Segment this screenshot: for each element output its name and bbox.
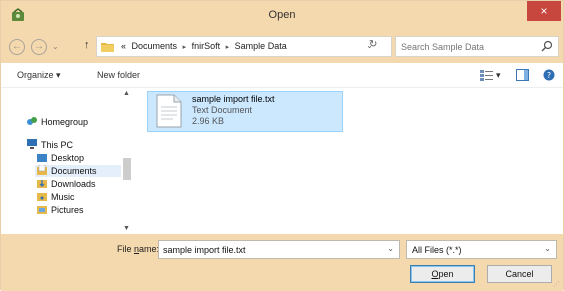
search-box[interactable] [395, 36, 559, 57]
homegroup-icon [27, 117, 37, 125]
back-button[interactable]: ← [9, 39, 25, 55]
nav-downloads[interactable]: Downloads [37, 178, 96, 190]
close-button[interactable]: × [527, 1, 561, 21]
folder-icon [37, 193, 47, 201]
open-button[interactable]: Open [410, 265, 475, 283]
nav-documents[interactable]: Documents [35, 165, 131, 177]
chevron-down-icon[interactable]: ⌄ [387, 244, 394, 253]
help-icon[interactable]: ? [543, 69, 555, 81]
nav-pictures[interactable]: Pictures [37, 204, 84, 216]
search-input[interactable] [401, 40, 536, 54]
file-type: Text Document [192, 105, 253, 115]
new-folder-button[interactable]: New folder [97, 70, 140, 80]
crumb-sample-data[interactable]: Sample Data [235, 41, 287, 51]
crumb-separator[interactable]: ▸ [226, 44, 230, 51]
scroll-thumb[interactable] [123, 158, 131, 180]
recent-locations-button[interactable]: ⌄ [52, 42, 59, 51]
address-row: ← → ⌄ ↑ « Documents ▸ fnirSoft ▸ Sample … [1, 30, 563, 63]
folder-icon [101, 43, 114, 52]
document-icon [156, 94, 182, 128]
forward-icon: → [34, 41, 44, 52]
file-name: sample import file.txt [192, 94, 275, 104]
file-list: sample import file.txt Text Document 2.9… [135, 88, 563, 234]
crumb-separator[interactable]: ▸ [183, 44, 187, 51]
organize-button[interactable]: Organize ▾ [17, 70, 61, 81]
open-label: pen [438, 269, 454, 279]
pc-icon [27, 139, 37, 149]
scroll-up-arrow[interactable]: ▲ [123, 90, 130, 97]
collapse-marker[interactable]: « [121, 41, 126, 51]
nav-label: Documents [51, 166, 97, 176]
crumb-documents[interactable]: Documents [132, 41, 178, 51]
up-arrow-icon[interactable]: ↑ [84, 39, 90, 51]
nav-scrollbar[interactable]: ▲ ▼ [121, 88, 133, 234]
open-dialog: Open × ← → ⌄ ↑ « Documents ▸ fnirSoft ▸ … [0, 0, 564, 291]
nav-music[interactable]: Music [37, 191, 75, 203]
view-icon[interactable] [480, 69, 494, 81]
folder-icon [37, 206, 47, 214]
navigation-pane: Homegroup This PC Desktop Documents Down… [1, 88, 134, 234]
back-icon: ← [12, 41, 22, 52]
label-suffix: ame: [139, 244, 160, 254]
chevron-down-icon[interactable]: ⌄ [544, 244, 551, 253]
close-icon: × [540, 4, 548, 18]
refresh-icon[interactable]: ↻ [369, 39, 377, 50]
filter-value: All Files (*.*) [412, 245, 462, 255]
file-item[interactable]: sample import file.txt Text Document 2.9… [147, 91, 343, 132]
nav-label: Homegroup [41, 117, 89, 127]
breadcrumb: « Documents ▸ fnirSoft ▸ Sample Data [121, 41, 290, 51]
resize-grip[interactable]: ⋰ [553, 280, 560, 288]
file-name-combo[interactable]: ⌄ [158, 240, 400, 259]
label-prefix: File [117, 244, 135, 254]
nav-this-pc[interactable]: This PC [27, 139, 73, 151]
nav-homegroup[interactable]: Homegroup [27, 116, 88, 128]
nav-label: Desktop [51, 153, 85, 163]
nav-desktop[interactable]: Desktop [37, 152, 84, 164]
folder-icon [37, 154, 47, 162]
forward-button[interactable]: → [31, 39, 47, 55]
view-dropdown[interactable]: ▾ [496, 70, 501, 81]
search-icon[interactable] [541, 40, 553, 52]
toolbar: Organize ▾ New folder ▾ ? [1, 63, 563, 88]
file-size: 2.96 KB [192, 116, 225, 126]
nav-label: This PC [41, 140, 74, 150]
window-title: Open [268, 9, 296, 21]
crumb-fnirsoft[interactable]: fnirSoft [192, 41, 221, 51]
scroll-down-arrow[interactable]: ▼ [123, 225, 130, 232]
bottom-bar: File name: ⌄ All Files (*.*) ⌄ Open Canc… [1, 234, 563, 291]
nav-label: Music [51, 192, 75, 202]
nav-label: Pictures [51, 205, 84, 215]
file-name-label: File name: [117, 244, 159, 254]
svg-text:?: ? [547, 71, 551, 80]
folder-icon [37, 165, 47, 175]
folder-icon [37, 180, 47, 188]
address-bar[interactable]: « Documents ▸ fnirSoft ▸ Sample Data ⌄ [96, 36, 392, 57]
cancel-button[interactable]: Cancel [487, 265, 552, 283]
file-name-field[interactable] [163, 243, 378, 256]
nav-label: Downloads [51, 179, 96, 189]
pane-icon[interactable] [516, 69, 529, 81]
title-bar: Open × [1, 1, 563, 30]
file-type-filter[interactable]: All Files (*.*) ⌄ [406, 240, 557, 259]
